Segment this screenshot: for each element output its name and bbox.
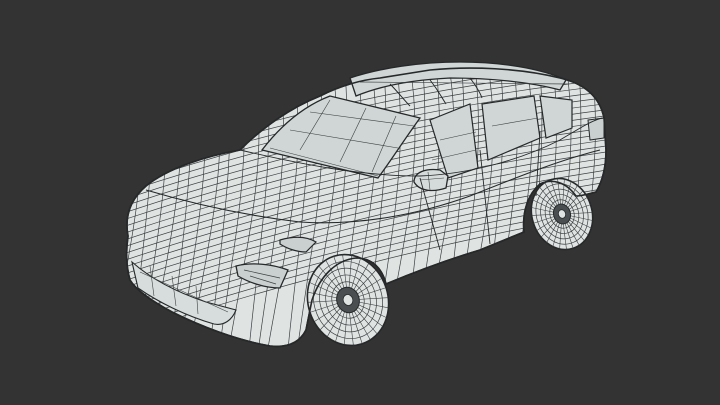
car-wireframe-render xyxy=(125,61,607,348)
side-mirror xyxy=(413,168,449,192)
tail-light xyxy=(587,117,605,141)
viewport xyxy=(0,0,720,405)
